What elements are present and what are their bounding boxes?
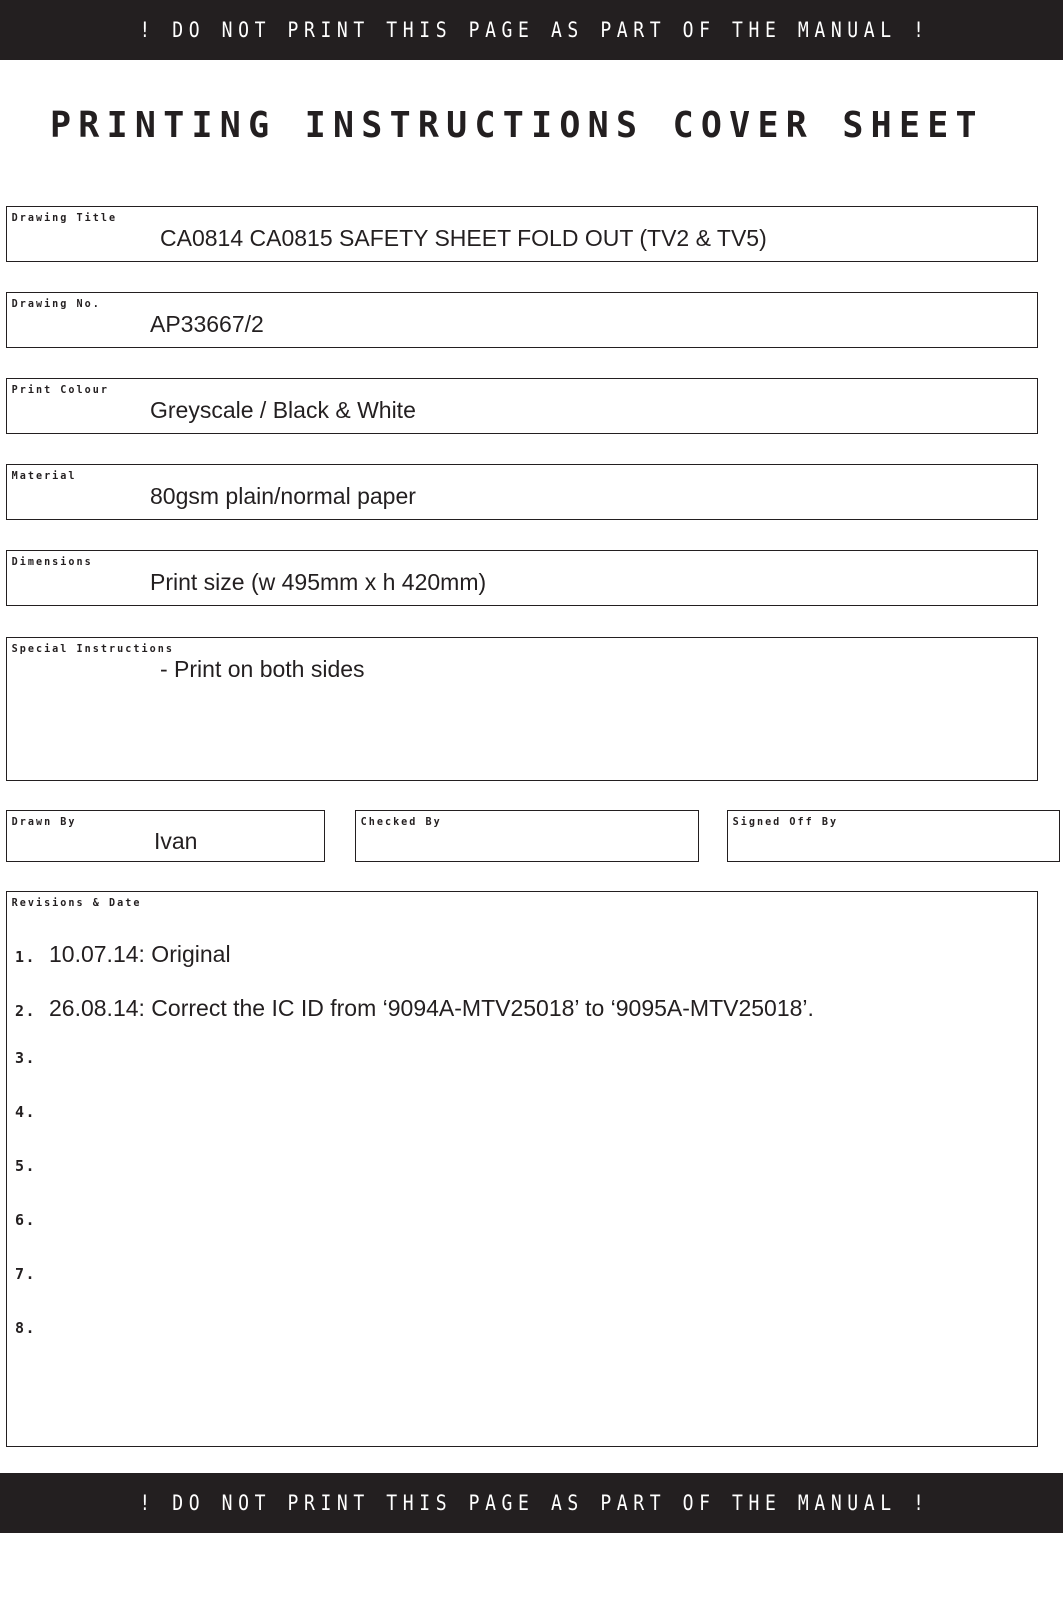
do-not-print-banner-top: ! DO NOT PRINT THIS PAGE AS PART OF THE … bbox=[0, 0, 1063, 60]
revision-item: 6. bbox=[7, 1211, 1037, 1265]
field-special-instructions-value[interactable]: - Print on both sides bbox=[7, 656, 1037, 683]
revision-number: 4. bbox=[15, 1103, 37, 1121]
field-material-label: Material bbox=[11, 469, 77, 482]
field-material: Material 80gsm plain/normal paper bbox=[6, 464, 1038, 520]
do-not-print-banner-bottom: ! DO NOT PRINT THIS PAGE AS PART OF THE … bbox=[0, 1473, 1063, 1533]
revision-item: 4. bbox=[7, 1103, 1037, 1157]
field-drawing-title-value[interactable]: CA0814 CA0815 SAFETY SHEET FOLD OUT (TV2… bbox=[7, 225, 1037, 252]
page-title: PRINTING INSTRUCTIONS COVER SHEET bbox=[50, 105, 984, 146]
do-not-print-banner-top-text: ! DO NOT PRINT THIS PAGE AS PART OF THE … bbox=[139, 18, 930, 42]
revision-number: 2. bbox=[15, 1002, 37, 1020]
do-not-print-banner-bottom-text: ! DO NOT PRINT THIS PAGE AS PART OF THE … bbox=[139, 1491, 930, 1515]
field-drawn-by-value[interactable]: Ivan bbox=[7, 828, 324, 855]
field-checked-by-label: Checked By bbox=[360, 815, 442, 828]
field-dimensions-value[interactable]: Print size (w 495mm x h 420mm) bbox=[7, 569, 1037, 596]
field-print-colour-label: Print Colour bbox=[11, 383, 110, 396]
field-drawing-no: Drawing No. AP33667/2 bbox=[6, 292, 1038, 348]
field-revisions-and-date: Revisions & Date 1. 10.07.14: Original 2. 2… bbox=[6, 891, 1038, 1447]
revision-item: 8. bbox=[7, 1319, 1037, 1373]
revision-item: 2. 26.08.14: Correct the IC ID from ‘9094… bbox=[7, 995, 1037, 1049]
revision-number: 6. bbox=[15, 1211, 37, 1229]
field-signed-off-by-label: Signed Off By bbox=[732, 815, 839, 828]
revision-number: 5. bbox=[15, 1157, 37, 1175]
revision-number: 7. bbox=[15, 1265, 37, 1283]
revision-text[interactable]: 26.08.14: Correct the IC ID from ‘9094A-… bbox=[49, 995, 814, 1022]
revision-item: 1. 10.07.14: Original bbox=[7, 941, 1037, 995]
field-checked-by: Checked By bbox=[355, 810, 699, 862]
revision-number: 3. bbox=[15, 1049, 37, 1067]
field-special-instructions: Special Instructions - Print on both sid… bbox=[6, 637, 1038, 781]
field-drawing-title: Drawing Title CA0814 CA0815 SAFETY SHEET… bbox=[6, 206, 1038, 262]
field-signed-off-by: Signed Off By bbox=[727, 810, 1060, 862]
revision-item: 5. bbox=[7, 1157, 1037, 1211]
field-revisions-label: Revisions & Date bbox=[11, 896, 142, 909]
field-drawing-no-label: Drawing No. bbox=[11, 297, 101, 310]
field-dimensions: Dimensions Print size (w 495mm x h 420mm… bbox=[6, 550, 1038, 606]
field-print-colour: Print Colour Greyscale / Black & White bbox=[6, 378, 1038, 434]
revision-item: 3. bbox=[7, 1049, 1037, 1103]
revision-text[interactable]: 10.07.14: Original bbox=[49, 941, 231, 968]
field-print-colour-value[interactable]: Greyscale / Black & White bbox=[7, 397, 1037, 424]
revision-number: 1. bbox=[15, 948, 37, 966]
field-dimensions-label: Dimensions bbox=[11, 555, 93, 568]
field-material-value[interactable]: 80gsm plain/normal paper bbox=[7, 483, 1037, 510]
revision-item: 7. bbox=[7, 1265, 1037, 1319]
field-drawing-no-value[interactable]: AP33667/2 bbox=[7, 311, 1037, 338]
field-drawing-title-label: Drawing Title bbox=[11, 211, 118, 224]
revisions-list: 1. 10.07.14: Original 2. 26.08.14: Correct … bbox=[7, 941, 1037, 1373]
field-drawn-by-label: Drawn By bbox=[11, 815, 77, 828]
revision-number: 8. bbox=[15, 1319, 37, 1337]
field-special-instructions-label: Special Instructions bbox=[11, 642, 174, 655]
field-drawn-by: Drawn By Ivan bbox=[6, 810, 325, 862]
